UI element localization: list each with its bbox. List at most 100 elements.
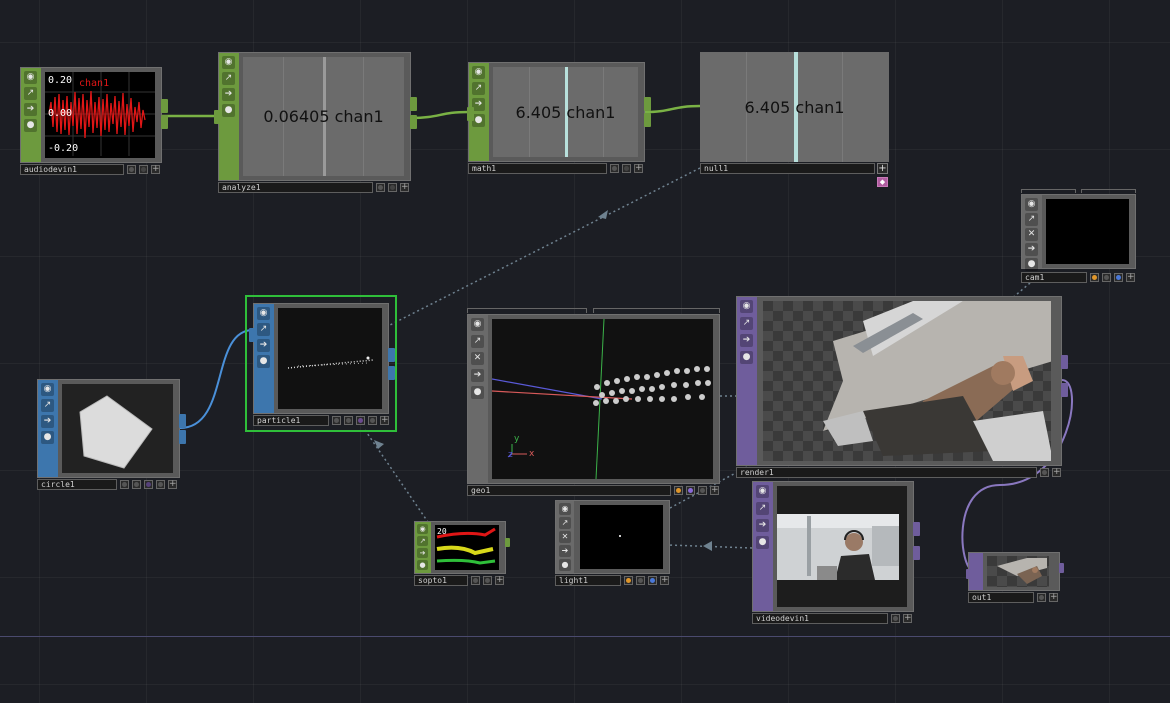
cooking-icon[interactable] xyxy=(471,576,480,585)
particle-viewer[interactable] xyxy=(278,308,382,409)
output-connector[interactable] xyxy=(388,366,395,380)
node-null1[interactable]: 6.405 chan1 null1 + ◆ xyxy=(700,52,889,187)
node-name-label[interactable]: out1 xyxy=(968,592,1034,603)
viewer-toggle-icon[interactable] xyxy=(636,576,645,585)
node-videodevin1[interactable]: ◉ ↗ ➔ ● videodevin1 + xyxy=(752,481,920,624)
node-name-label[interactable]: geo1 xyxy=(467,485,671,496)
display-icon[interactable]: ➔ xyxy=(222,88,235,101)
viewer-icon[interactable]: ◉ xyxy=(222,56,235,69)
viewer-toggle-icon[interactable] xyxy=(344,416,353,425)
value-viewer[interactable]: 6.405 chan1 xyxy=(700,52,889,162)
viewer-toggle-icon[interactable] xyxy=(388,183,397,192)
cooking-icon[interactable] xyxy=(624,576,633,585)
output-connector[interactable] xyxy=(913,546,920,560)
display-icon[interactable]: ➔ xyxy=(740,334,753,347)
display-icon[interactable]: ➔ xyxy=(24,103,37,116)
render-flag-icon[interactable] xyxy=(648,576,657,585)
plus-icon[interactable]: + xyxy=(877,163,888,174)
geometry-viewer[interactable]: y x z xyxy=(492,319,713,479)
template-flag-icon[interactable] xyxy=(144,480,153,489)
output-connector[interactable] xyxy=(410,115,417,129)
display-icon[interactable]: ➔ xyxy=(417,548,428,558)
close-icon[interactable]: ✕ xyxy=(1025,228,1038,241)
input-connector[interactable] xyxy=(966,569,971,579)
viewer-toggle-icon[interactable] xyxy=(139,165,148,174)
channel-viewer[interactable]: 20 xyxy=(435,525,499,570)
node-name-label[interactable]: light1 xyxy=(555,575,621,586)
input-connector[interactable] xyxy=(214,110,221,124)
node-light1[interactable]: ◉ ↗ ✕ ➔ ● light1 + xyxy=(555,500,670,586)
display-icon[interactable]: ➔ xyxy=(471,369,484,382)
output-connector[interactable] xyxy=(388,348,395,362)
lock-icon[interactable]: ● xyxy=(222,104,235,117)
node-out1[interactable]: out1 + xyxy=(966,552,1064,603)
output-connector[interactable] xyxy=(179,430,186,444)
bypass-icon[interactable]: ↗ xyxy=(1025,213,1038,226)
wire-circle1-particle1[interactable] xyxy=(179,329,254,429)
viewer-icon[interactable]: ◉ xyxy=(24,71,37,84)
bypass-icon[interactable]: ↗ xyxy=(471,335,484,348)
wire-analyze1-math1[interactable] xyxy=(410,110,469,120)
input-connector[interactable] xyxy=(249,328,256,342)
output-connector[interactable] xyxy=(1059,563,1064,573)
bypass-icon[interactable]: ↗ xyxy=(41,399,54,412)
display-icon[interactable]: ➔ xyxy=(1025,243,1038,256)
viewer-toggle-icon[interactable] xyxy=(1037,593,1046,602)
node-cam1[interactable]: ◉ ↗ ✕ ➔ ● cam1 + xyxy=(1021,189,1136,283)
output-connector[interactable] xyxy=(179,414,186,428)
node-name-label[interactable]: analyze1 xyxy=(218,182,373,193)
bypass-icon[interactable]: ↗ xyxy=(24,87,37,100)
node-audiodevin1[interactable]: ◉ ↗ ➔ ● 0.20 0.00 -0.20 chan1 audiodevin… xyxy=(20,67,168,175)
wire-math1-null1[interactable] xyxy=(644,104,701,114)
render-flag-icon[interactable] xyxy=(698,486,707,495)
dat-export-icon[interactable]: ◆ xyxy=(877,177,888,187)
plus-icon[interactable]: + xyxy=(151,165,160,174)
plus-icon[interactable]: + xyxy=(1126,273,1135,282)
lock-icon[interactable]: ● xyxy=(740,351,753,364)
node-name-label[interactable]: sopto1 xyxy=(414,575,468,586)
plus-icon[interactable]: + xyxy=(903,614,912,623)
node-math1[interactable]: ◉ ↗ ➔ ● 6.405 chan1 math1 + xyxy=(467,62,651,174)
plus-icon[interactable]: + xyxy=(1049,593,1058,602)
audio-waveform-viewer[interactable]: 0.20 0.00 -0.20 chan1 xyxy=(45,72,155,158)
bypass-icon[interactable]: ↗ xyxy=(559,517,571,529)
viewer-toggle-icon[interactable] xyxy=(483,576,492,585)
output-connector[interactable] xyxy=(161,99,168,113)
node-sopto1[interactable]: ◉ ↗ ➔ ● 20 sopto1 + xyxy=(414,521,510,586)
viewer-toggle-icon[interactable] xyxy=(1102,273,1111,282)
viewer-icon[interactable]: ◉ xyxy=(257,307,270,320)
lock-icon[interactable]: ● xyxy=(471,386,484,399)
display-icon[interactable]: ➔ xyxy=(41,415,54,428)
node-name-label[interactable]: particle1 xyxy=(253,415,329,426)
bypass-icon[interactable]: ↗ xyxy=(472,82,485,95)
node-name-label[interactable]: render1 xyxy=(736,467,1037,478)
cooking-icon[interactable] xyxy=(610,164,619,173)
viewer-icon[interactable]: ◉ xyxy=(1025,198,1038,211)
circle-viewer[interactable] xyxy=(62,384,173,473)
display-icon[interactable]: ➔ xyxy=(559,545,571,557)
node-name-label[interactable]: cam1 xyxy=(1021,272,1087,283)
light-viewer[interactable] xyxy=(580,505,663,569)
viewer-icon[interactable]: ◉ xyxy=(740,300,753,313)
output-connector[interactable] xyxy=(161,115,168,129)
output-connector[interactable] xyxy=(644,97,651,111)
lock-icon[interactable]: ● xyxy=(756,536,769,549)
template-flag-icon[interactable] xyxy=(356,416,365,425)
camera-viewer[interactable] xyxy=(1046,199,1129,264)
plus-icon[interactable]: + xyxy=(168,480,177,489)
bypass-icon[interactable]: ↗ xyxy=(740,317,753,330)
plus-icon[interactable]: + xyxy=(495,576,504,585)
viewer-icon[interactable]: ◉ xyxy=(559,503,571,515)
viewer-icon[interactable]: ◉ xyxy=(472,66,485,79)
lock-icon[interactable]: ● xyxy=(257,355,270,368)
render-flag-icon[interactable] xyxy=(156,480,165,489)
viewer-toggle-icon[interactable] xyxy=(132,480,141,489)
render-flag-icon[interactable] xyxy=(368,416,377,425)
lock-icon[interactable]: ● xyxy=(1025,258,1038,271)
node-analyze1[interactable]: ◉ ↗ ➔ ● 0.06405 chan1 analyze1 + xyxy=(214,52,417,193)
cooking-icon[interactable] xyxy=(127,165,136,174)
plus-icon[interactable]: + xyxy=(660,576,669,585)
value-viewer[interactable]: 0.06405 chan1 xyxy=(243,57,404,176)
cooking-icon[interactable] xyxy=(332,416,341,425)
node-geo1[interactable]: ◉ ↗ ✕ ➔ ● y x z geo1 + xyxy=(467,308,720,496)
